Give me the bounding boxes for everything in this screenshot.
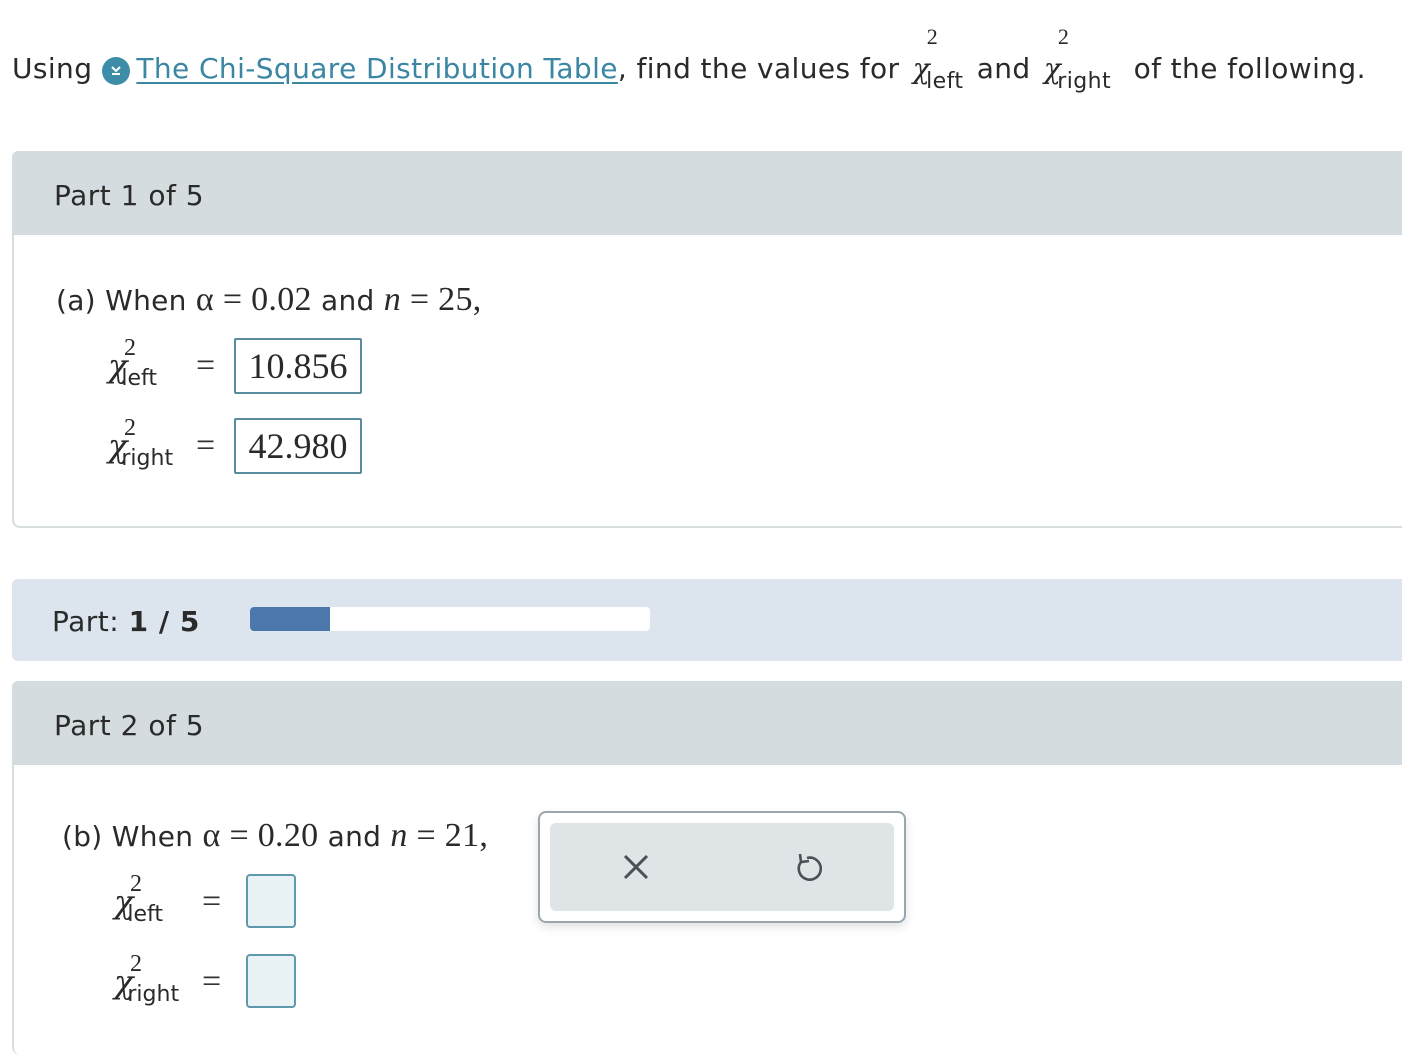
part1-chi-right-label: χ 2 right [108,415,174,471]
intro-prefix: Using [12,52,93,85]
part1-body: (a) When α = 0.02 and n = 25, χ 2 left = 1… [12,235,1402,528]
part2-right-input[interactable] [246,954,296,1008]
progress-label: Part: 1 / 5 [52,605,200,638]
intro-sentence: Using The Chi-Square Distribution Table … [12,24,1366,94]
intro-mid: , find the values for [617,52,900,85]
answer-tool-bar [550,823,894,911]
intro-chi-right: χ 2 right [1043,24,1111,94]
part1-left-equals: = [196,347,216,384]
part2-left-equals: = [202,883,222,920]
answer-tool-panel [538,811,906,923]
close-icon[interactable] [618,849,654,885]
intro-suffix: of the following. [1133,52,1366,85]
part2-title: Part 2 of 5 [54,709,205,742]
progress-current: 1 / 5 [128,605,200,638]
part1-right-equals: = [196,427,216,464]
intro-and: and [976,52,1031,85]
part2-header: Part 2 of 5 [12,681,1402,765]
part2-chi-left-label: χ 2 left [114,871,164,927]
part1-right-answer[interactable]: 42.980 [234,418,362,474]
progress-fill [250,607,330,631]
intro-chi-left: χ 2 left [912,24,964,94]
part1-header: Part 1 of 5 [12,151,1402,235]
undo-icon[interactable] [790,849,826,885]
part2-right-equals: = [202,963,222,1000]
download-circle-icon[interactable] [102,56,131,85]
part1-title: Part 1 of 5 [54,179,205,212]
progress-bar: Part: 1 / 5 [12,579,1402,661]
part2-left-input[interactable] [246,874,296,928]
part1-chi-left-label: χ 2 left [108,335,158,391]
part2-question: (b) When α = 0.20 and n = 21, [62,817,489,854]
part1-left-answer[interactable]: 10.856 [234,338,362,394]
part1-question: (a) When α = 0.02 and n = 25, [56,281,482,318]
part2-chi-right-label: χ 2 right [114,951,180,1007]
chi-square-table-link[interactable]: The Chi-Square Distribution Table [136,52,618,85]
progress-track [250,607,650,631]
